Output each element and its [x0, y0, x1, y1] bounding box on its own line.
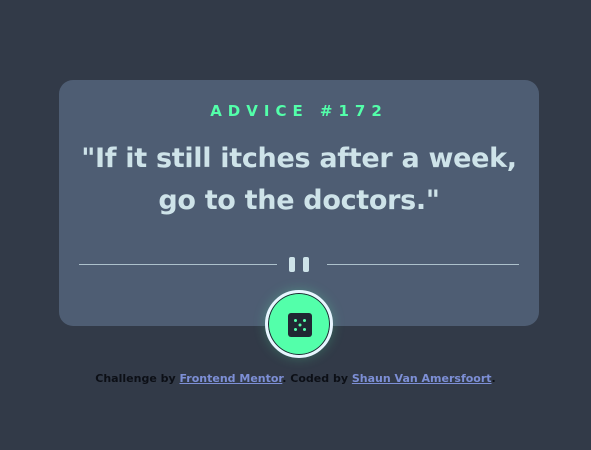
advice-heading: ADVICE #172	[210, 102, 388, 120]
coded-prefix: . Coded by	[282, 372, 349, 385]
divider-line-right	[327, 264, 519, 265]
author-link[interactable]: Shaun Van Amersfoort	[352, 372, 492, 385]
dice-icon	[288, 313, 312, 337]
pause-icon	[289, 257, 309, 272]
challenge-prefix: Challenge by	[95, 372, 176, 385]
pause-bar-right	[303, 257, 309, 272]
attribution: Challenge by Frontend Mentor. Coded by S…	[0, 372, 591, 385]
coded-suffix: .	[491, 372, 496, 385]
frontend-mentor-link[interactable]: Frontend Mentor	[180, 372, 283, 385]
divider	[79, 255, 519, 275]
new-advice-button[interactable]	[265, 290, 333, 358]
divider-line-left	[79, 264, 277, 265]
pause-bar-left	[289, 257, 295, 272]
advice-quote: "If it still itches after a week, go to …	[81, 143, 517, 216]
